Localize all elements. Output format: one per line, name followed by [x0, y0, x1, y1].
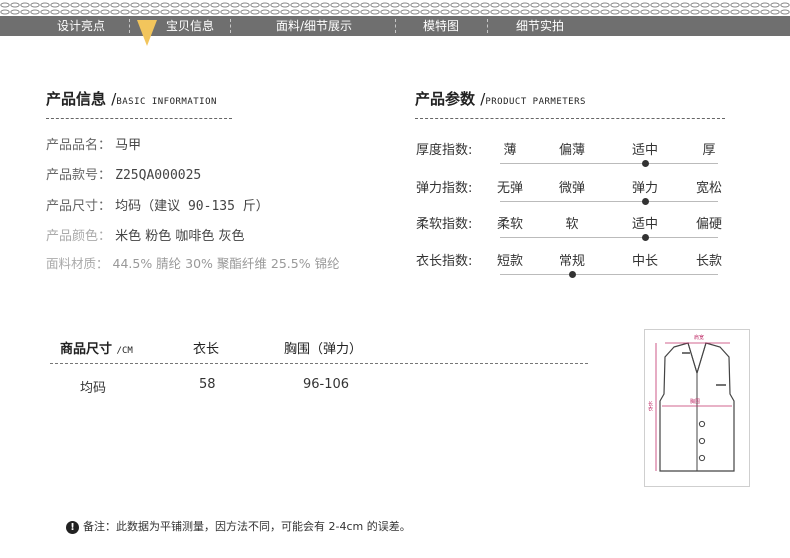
- tab-product-info[interactable]: 宝贝信息: [150, 16, 230, 36]
- param-selected-dot: [642, 160, 649, 167]
- param-option: 厚: [702, 143, 716, 158]
- tab-divider: [395, 19, 396, 33]
- param-option: 适中: [631, 217, 658, 232]
- tab-divider: [230, 19, 231, 33]
- info-row-name: 产品品名： 马甲: [46, 134, 141, 153]
- size-cell-size: 均码: [80, 381, 107, 396]
- size-col-length: 衣长: [193, 342, 220, 357]
- info-value: Z25QA000025: [115, 168, 202, 183]
- param-option: 长款: [695, 254, 722, 269]
- info-row-material: 面料材质： 44.5% 腈纶 30% 聚酯纤维 25.5% 锦纶: [46, 253, 340, 272]
- param-scale-line: [500, 163, 718, 164]
- note-text: 备注：此数据为平铺测量，因方法不同，可能会有 2-4cm 的误差。: [83, 520, 411, 533]
- param-scale-line: [500, 201, 718, 202]
- measurement-note: ! 备注：此数据为平铺测量，因方法不同，可能会有 2-4cm 的误差。: [66, 518, 411, 534]
- label-shoulder: 肩宽: [694, 334, 704, 341]
- tab-detail-photos[interactable]: 细节实拍: [500, 16, 580, 36]
- info-label: 产品尺寸：: [46, 199, 112, 214]
- param-label: 衣长指数:: [416, 254, 473, 269]
- param-option: 宽松: [695, 181, 722, 196]
- param-selected-dot: [569, 271, 576, 278]
- info-row-color: 产品颜色： 米色 粉色 咖啡色 灰色: [46, 225, 245, 244]
- info-row-style-no: 产品款号： Z25QA000025: [46, 164, 201, 183]
- product-params-title-cn: 产品参数: [415, 90, 476, 108]
- param-label: 柔软指数:: [416, 217, 473, 232]
- product-params-title-en: PRODUCT PARMETERS: [485, 97, 586, 107]
- tab-divider: [129, 19, 130, 33]
- size-table-title: 商品尺寸 /CM: [60, 338, 133, 357]
- product-info-title: 产品信息 /BASIC INFORMATION: [46, 90, 217, 108]
- param-option: 中长: [631, 254, 658, 269]
- param-label: 厚度指数:: [416, 143, 473, 158]
- tab-design-highlights[interactable]: 设计亮点: [40, 16, 122, 36]
- size-title-text: 商品尺寸: [60, 342, 113, 357]
- top-chain-border-2: [0, 9, 790, 15]
- size-cell-length: 58: [199, 377, 216, 392]
- info-label: 面料材质：: [46, 256, 109, 271]
- tab-model-photos[interactable]: 模特图: [408, 16, 474, 36]
- info-label: 产品品名：: [46, 138, 112, 153]
- top-chain-border: [0, 2, 790, 8]
- info-value: 米色 粉色 咖啡色 灰色: [115, 229, 245, 244]
- size-table-rule: [50, 363, 588, 364]
- param-selected-dot: [642, 234, 649, 241]
- param-scale-line: [500, 274, 718, 275]
- param-option: 常规: [558, 254, 585, 269]
- product-info-title-en: BASIC INFORMATION: [116, 97, 217, 107]
- size-col-chest: 胸围（弹力）: [284, 342, 363, 357]
- param-option: 短款: [496, 254, 523, 269]
- param-option: 微弹: [558, 181, 585, 196]
- param-label: 弹力指数:: [416, 181, 473, 196]
- param-selected-dot: [642, 198, 649, 205]
- param-option: 适中: [631, 143, 658, 158]
- product-params-rule: [415, 118, 725, 119]
- param-scale-line: [500, 237, 718, 238]
- label-chest: 胸围: [690, 398, 700, 405]
- info-value: 马甲: [115, 138, 142, 153]
- param-option: 无弹: [496, 181, 523, 196]
- param-option: 柔软: [496, 217, 523, 232]
- param-option: 薄: [503, 143, 517, 158]
- product-params-title: 产品参数 /PRODUCT PARMETERS: [415, 90, 586, 108]
- info-label: 产品颜色：: [46, 229, 112, 244]
- active-tab-arrow: [137, 20, 157, 46]
- info-value: 均码（建议 90-135 斤）: [115, 199, 269, 214]
- label-length: 长衣: [647, 400, 653, 412]
- info-row-size: 产品尺寸： 均码（建议 90-135 斤）: [46, 195, 269, 214]
- product-info-rule: [46, 118, 232, 119]
- top-nav-bar: 设计亮点 宝贝信息 面料/细节展示 模特图 细节实拍: [0, 16, 790, 36]
- product-info-title-cn: 产品信息: [46, 90, 107, 108]
- info-label: 产品款号：: [46, 168, 112, 183]
- param-option: 偏薄: [558, 143, 585, 158]
- param-option: 弹力: [631, 181, 658, 196]
- tab-fabric-details[interactable]: 面料/细节展示: [255, 16, 373, 36]
- param-option: 软: [565, 217, 579, 232]
- param-option: 偏硬: [695, 217, 722, 232]
- size-cell-chest: 96-106: [303, 377, 350, 392]
- info-icon: !: [66, 520, 79, 534]
- tab-divider: [487, 19, 488, 33]
- info-value: 44.5% 腈纶 30% 聚酯纤维 25.5% 锦纶: [112, 256, 340, 271]
- size-unit: /CM: [116, 346, 133, 356]
- vest-measurement-diagram: 肩宽 胸围 长衣: [644, 329, 750, 487]
